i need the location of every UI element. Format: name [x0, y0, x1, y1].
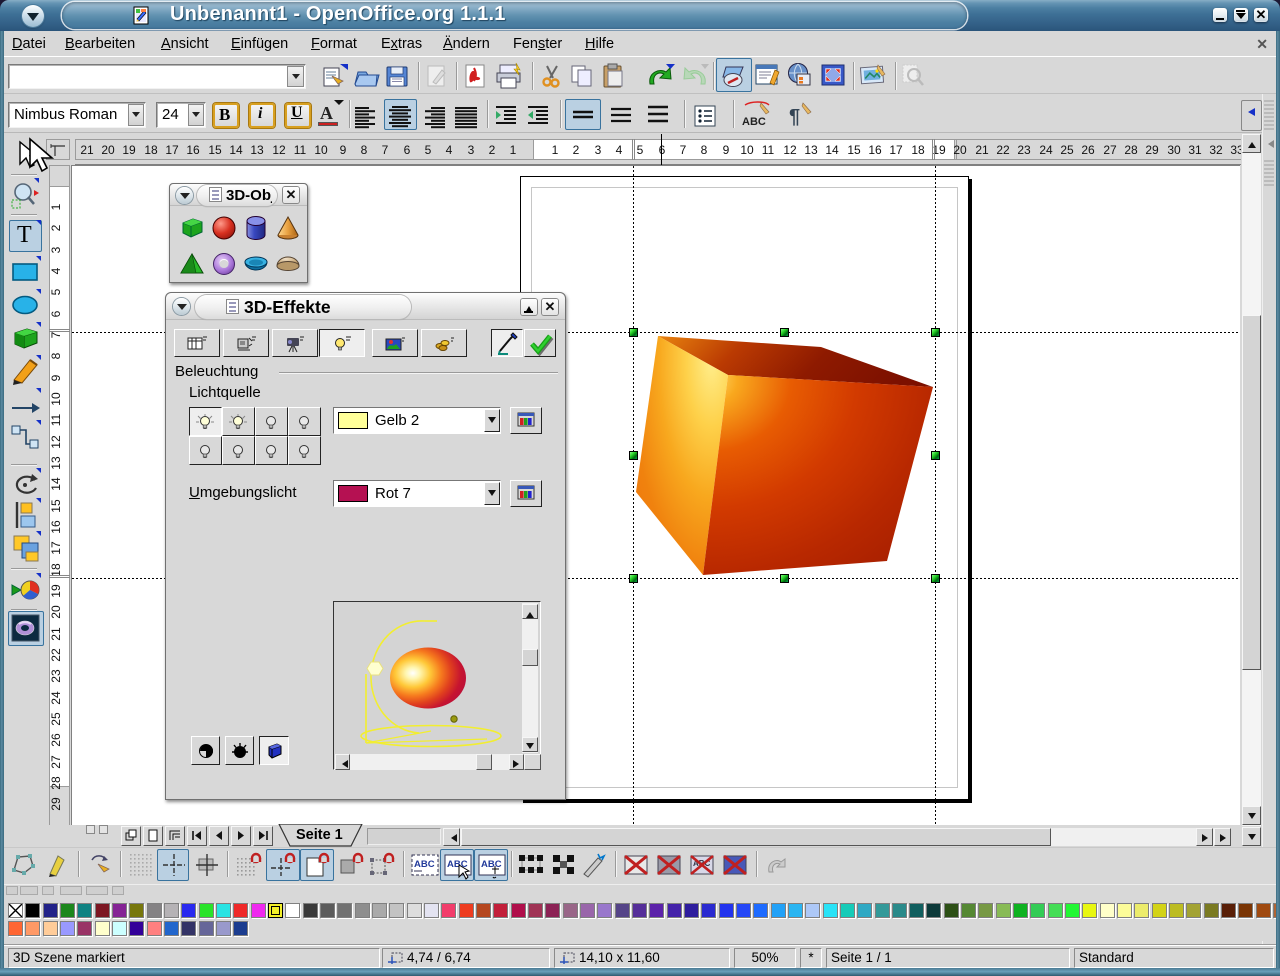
svg-text:¶: ¶	[789, 106, 800, 128]
svg-text:ABC: ABC	[414, 859, 435, 870]
svg-text:ABC: ABC	[481, 859, 502, 870]
svg-text:ABC: ABC	[742, 116, 766, 128]
